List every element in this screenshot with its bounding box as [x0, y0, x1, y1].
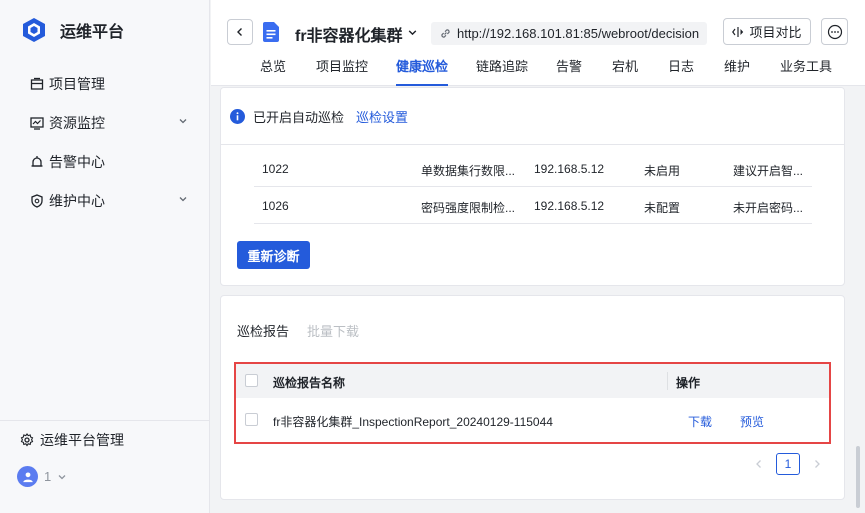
sidebar-item-project[interactable]: 项目管理: [0, 64, 210, 103]
header: fr非容器化集群 http://192.168.101.81:85/webroo…: [211, 0, 865, 86]
shield-icon: [30, 193, 44, 208]
tab-trace[interactable]: 链路追踪: [476, 58, 528, 86]
tab-logs[interactable]: 日志: [668, 58, 694, 86]
more-options-button[interactable]: [821, 18, 848, 45]
page-number-1[interactable]: 1: [776, 453, 800, 475]
cell-id: 1022: [262, 162, 289, 176]
app-title: 运维平台: [60, 24, 125, 41]
cell-status: 未启用: [644, 164, 681, 178]
platform-admin-label: 运维平台管理: [40, 432, 124, 448]
chevron-down-icon: [179, 197, 187, 202]
table-row[interactable]: 1022 单数据集行数限... 192.168.5.12 未启用 建议开启智..…: [254, 150, 812, 187]
more-dots-icon: [827, 24, 842, 39]
app-logo[interactable]: 运维平台: [20, 16, 124, 44]
cell-ip: 192.168.5.12: [534, 162, 605, 176]
sidebar-item-label: 资源监控: [49, 114, 105, 131]
chevron-right-icon[interactable]: [812, 459, 822, 469]
alarm-bell-icon: [30, 155, 44, 169]
chevron-down-icon: [179, 119, 187, 124]
tab-maintenance[interactable]: 维护: [724, 58, 750, 86]
chevron-down-icon: [58, 474, 66, 479]
back-button[interactable]: [227, 19, 253, 45]
reports-panel: 巡检报告 批量下载 巡检报告名称 操作 fr非容器化集群_InspectionR…: [220, 295, 845, 500]
project-url[interactable]: http://192.168.101.81:85/webroot/decisio…: [431, 22, 708, 45]
sidebar-nav: 项目管理 资源监控 告警中心 维护中心: [0, 64, 210, 220]
cell-name: 单数据集行数限...: [421, 164, 516, 178]
batch-download-button[interactable]: 批量下载: [307, 321, 359, 340]
tab-inspection-reports[interactable]: 巡检报告: [237, 321, 289, 340]
sidebar-item-alarm[interactable]: 告警中心: [0, 142, 210, 181]
sidebar-item-monitor[interactable]: 资源监控: [0, 103, 210, 142]
sidebar-item-label: 项目管理: [49, 75, 105, 92]
sidebar-item-label: 告警中心: [49, 153, 105, 170]
highlight-box: [234, 362, 831, 444]
user-name: 1: [44, 469, 52, 484]
cell-advice: 建议开启智...: [733, 164, 804, 178]
compare-label: 项目对比: [749, 25, 802, 40]
cell-advice: 未开启密码...: [733, 201, 804, 215]
tab-health-inspection[interactable]: 健康巡检: [396, 58, 449, 86]
monitor-icon: [30, 116, 44, 130]
cell-id: 1026: [262, 199, 289, 213]
tab-alarm[interactable]: 告警: [556, 58, 582, 86]
sidebar: 运维平台 项目管理 资源监控 告警中心 维护中心 运维平台管理 1: [0, 0, 210, 513]
table-row[interactable]: 1026 密码强度限制检... 192.168.5.12 未配置 未开启密码..…: [254, 187, 812, 224]
project-tabs: 总览 项目监控 健康巡检 链路追踪 告警 宕机 日志 维护 业务工具: [211, 58, 865, 86]
main-content[interactable]: 已开启自动巡检 巡检设置 1022 单数据集行数限... 192.168.5.1…: [211, 87, 854, 513]
url-text: http://192.168.101.81:85/webroot/decisio…: [457, 26, 700, 41]
chevron-left-icon[interactable]: [754, 459, 764, 469]
auto-inspection-notice: 已开启自动巡检 巡检设置: [221, 88, 844, 145]
cell-status: 未配置: [644, 201, 681, 215]
user-icon: [22, 471, 33, 482]
platform-admin-link[interactable]: 运维平台管理: [20, 430, 124, 450]
tab-project-monitor[interactable]: 项目监控: [316, 58, 368, 86]
document-icon: [263, 22, 279, 42]
sidebar-item-maintenance[interactable]: 维护中心: [0, 181, 210, 220]
project-title[interactable]: fr非容器化集群: [295, 22, 403, 46]
diagnosis-panel: 已开启自动巡检 巡检设置 1022 单数据集行数限... 192.168.5.1…: [220, 87, 845, 286]
link-icon: [441, 29, 450, 38]
cell-name: 密码强度限制检...: [421, 201, 516, 215]
diagnosis-table: 1022 单数据集行数限... 192.168.5.12 未启用 建议开启智..…: [254, 150, 812, 224]
chevron-down-icon[interactable]: [407, 27, 418, 38]
chevron-left-icon: [237, 28, 242, 36]
cube-logo-icon: [23, 18, 45, 42]
rediagnose-button[interactable]: 重新诊断: [237, 241, 310, 269]
scrollbar-thumb[interactable]: [856, 446, 860, 508]
pagination: 1: [754, 453, 822, 475]
cell-ip: 192.168.5.12: [534, 199, 605, 213]
gear-icon: [20, 433, 34, 447]
tab-business-tools[interactable]: 业务工具: [780, 58, 832, 86]
tab-overview[interactable]: 总览: [260, 58, 286, 86]
inspection-settings-link[interactable]: 巡检设置: [356, 107, 408, 126]
user-menu[interactable]: 1: [17, 466, 67, 487]
notice-text: 已开启自动巡检: [253, 109, 345, 125]
info-icon: [230, 108, 245, 124]
project-icon: [30, 77, 44, 91]
tab-downtime[interactable]: 宕机: [612, 58, 638, 86]
sidebar-item-label: 维护中心: [49, 192, 105, 209]
sidebar-divider: [0, 420, 210, 421]
compare-icon: [732, 26, 744, 37]
avatar: [17, 466, 38, 487]
compare-projects-button[interactable]: 项目对比: [723, 18, 811, 45]
